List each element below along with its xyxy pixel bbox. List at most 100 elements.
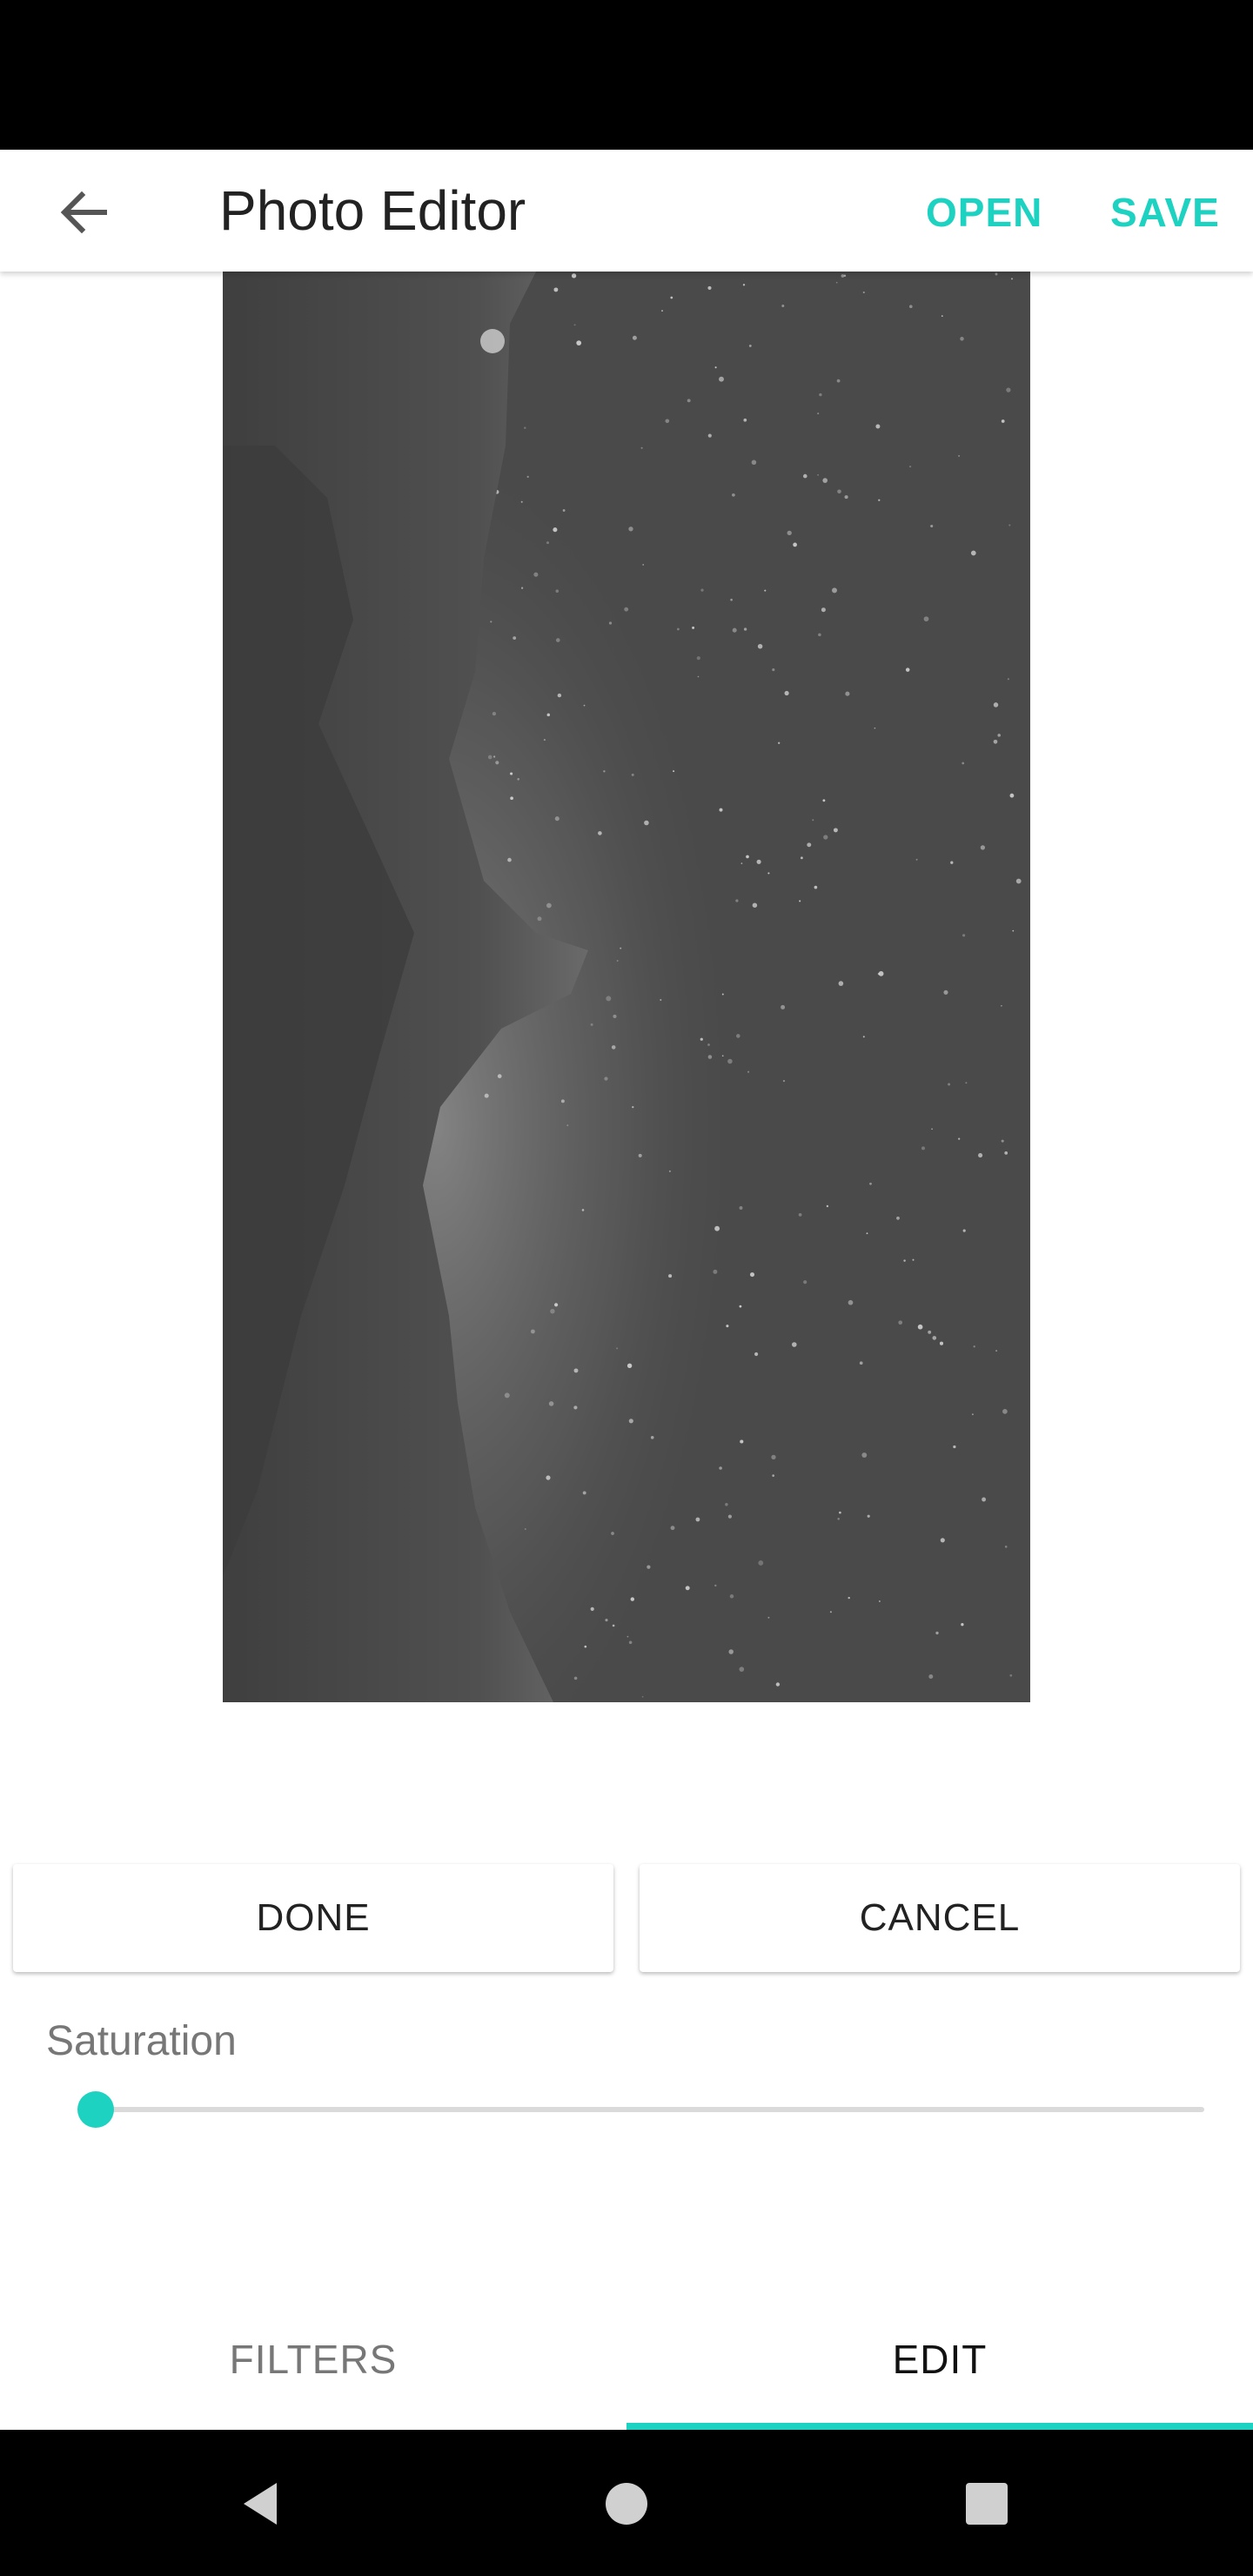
star <box>668 1274 673 1278</box>
star <box>1009 1674 1013 1677</box>
star <box>835 281 838 284</box>
nav-back-button[interactable] <box>218 2465 305 2543</box>
star <box>997 734 1001 737</box>
cancel-button[interactable]: CANCEL <box>640 1864 1240 1972</box>
star <box>554 816 559 822</box>
tab-filters[interactable]: FILTERS <box>0 2294 626 2425</box>
star <box>772 668 775 672</box>
star <box>573 324 576 326</box>
star <box>1004 1546 1008 1548</box>
star <box>866 1232 868 1235</box>
star <box>758 1560 764 1566</box>
star <box>928 1674 934 1679</box>
star <box>993 702 999 708</box>
nav-back-icon <box>244 2483 277 2525</box>
star <box>608 621 613 625</box>
star <box>799 900 801 902</box>
star <box>484 1093 489 1098</box>
star <box>628 527 633 532</box>
star <box>948 1083 951 1086</box>
star <box>817 413 820 415</box>
star <box>492 711 497 716</box>
star <box>878 499 881 501</box>
photo-preview[interactable] <box>223 272 1030 1702</box>
star <box>861 1452 868 1458</box>
star <box>940 1538 945 1543</box>
star <box>912 1258 915 1261</box>
star <box>935 1631 939 1635</box>
star <box>757 643 763 649</box>
star <box>620 947 622 949</box>
star <box>862 291 865 294</box>
star <box>668 1170 671 1172</box>
star <box>958 1137 961 1140</box>
star <box>685 1586 690 1591</box>
star <box>553 527 558 533</box>
star <box>517 777 520 781</box>
star <box>630 1597 634 1601</box>
star <box>557 693 562 698</box>
star <box>725 1503 728 1506</box>
star <box>670 296 673 299</box>
open-button[interactable]: OPEN <box>926 184 1042 240</box>
star <box>611 1532 614 1535</box>
nav-recents-button[interactable] <box>943 2465 1030 2543</box>
nav-home-icon <box>606 2483 647 2525</box>
star <box>1002 1409 1008 1414</box>
star <box>721 993 724 996</box>
star <box>970 550 976 556</box>
star <box>1007 678 1009 681</box>
star <box>1010 278 1014 280</box>
star <box>764 589 767 592</box>
star <box>497 1074 502 1078</box>
star <box>1001 419 1005 423</box>
star <box>896 1216 900 1220</box>
star <box>798 1213 802 1217</box>
star <box>520 587 524 589</box>
star <box>837 489 841 494</box>
star <box>905 667 910 672</box>
star <box>524 1528 526 1530</box>
star <box>700 1037 703 1041</box>
star <box>644 820 649 826</box>
star <box>598 831 602 835</box>
star <box>844 495 848 500</box>
star <box>749 1272 755 1278</box>
star <box>736 1034 740 1038</box>
star <box>960 337 964 341</box>
saturation-slider-thumb[interactable] <box>77 2091 114 2128</box>
star <box>546 541 549 545</box>
photo-image <box>223 272 1030 1702</box>
star <box>837 1518 840 1520</box>
star <box>665 419 670 424</box>
star <box>973 1345 975 1348</box>
star <box>530 1329 535 1334</box>
star <box>739 1305 742 1308</box>
star <box>707 285 712 290</box>
star <box>647 1565 651 1569</box>
star <box>771 1454 776 1460</box>
star <box>807 842 812 848</box>
star <box>555 638 560 642</box>
star <box>727 1514 732 1519</box>
back-button[interactable] <box>45 176 122 249</box>
star <box>606 996 612 1002</box>
nav-home-button[interactable] <box>583 2465 670 2543</box>
star <box>660 999 662 1001</box>
star <box>546 902 552 909</box>
star <box>841 274 845 278</box>
saturation-slider-track[interactable] <box>96 2107 1204 2112</box>
star <box>714 366 717 369</box>
star <box>869 1182 872 1185</box>
tab-edit[interactable]: EDIT <box>626 2294 1253 2425</box>
star <box>931 1128 933 1130</box>
star <box>661 310 663 312</box>
star <box>726 1325 729 1328</box>
save-button[interactable]: SAVE <box>1110 184 1220 240</box>
star <box>735 899 739 902</box>
star <box>687 399 691 403</box>
star <box>962 1229 966 1232</box>
star <box>746 855 749 859</box>
star <box>581 1209 585 1211</box>
done-button[interactable]: DONE <box>13 1864 613 1972</box>
